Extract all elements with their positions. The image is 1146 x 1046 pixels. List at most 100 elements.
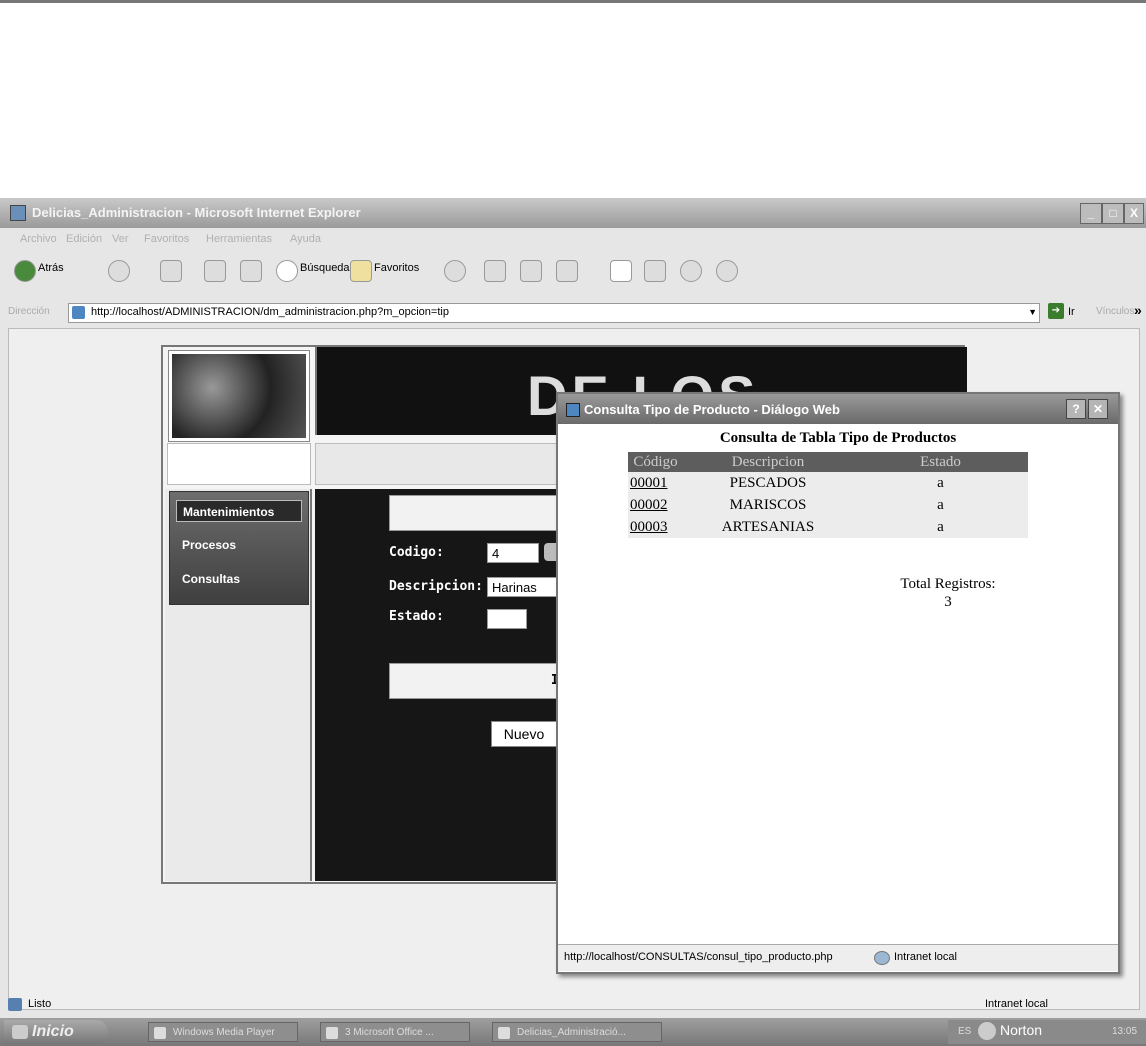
consulta-dialog: Consulta Tipo de Producto - Diálogo Web … [556, 392, 1120, 974]
edit-icon[interactable] [556, 260, 578, 282]
table-header-row: Código Descripcion Estado [628, 452, 1028, 472]
ie-logo-icon [10, 205, 26, 221]
sidebar-item-procesos[interactable]: Procesos [176, 534, 302, 556]
minimize-button[interactable]: _ [1080, 203, 1102, 224]
menu-favoritos[interactable]: Favoritos [144, 233, 189, 245]
task-media-player[interactable]: Windows Media Player [148, 1022, 298, 1042]
page-status-icon [8, 998, 22, 1011]
go-arrow-icon[interactable]: ➔ [1048, 303, 1064, 319]
forward-icon[interactable] [108, 260, 130, 282]
column-header-descripcion: Descripcion [683, 452, 853, 472]
sidebar-menu: Mantenimientos Procesos Consultas [169, 491, 309, 605]
norton-label: Norton [1000, 1022, 1043, 1038]
task-label: Windows Media Player [173, 1027, 275, 1038]
refresh-icon[interactable] [204, 260, 226, 282]
subheader-left [167, 443, 311, 485]
ie-task-icon [498, 1027, 510, 1039]
address-bar: Dirección http://localhost/ADMINISTRACIO… [0, 302, 1146, 324]
search-icon[interactable] [276, 260, 298, 282]
dialog-status-zone: Intranet local [894, 951, 957, 963]
sidebar: Mantenimientos Procesos Consultas [165, 489, 312, 881]
windows-logo-icon [12, 1025, 28, 1039]
codigo-link[interactable]: 00003 [628, 516, 683, 538]
search-button[interactable]: Búsqueda [300, 262, 350, 274]
norton-tray[interactable]: Norton [978, 1022, 1043, 1041]
descripcion-label: Descripcion: [389, 579, 483, 594]
task-label: Delicias_Administració... [517, 1027, 626, 1038]
media-player-icon [154, 1027, 166, 1039]
maximize-button[interactable]: □ [1102, 203, 1124, 224]
page-icon [72, 306, 85, 319]
descripcion-cell: MARISCOS [683, 494, 853, 516]
codigo-link[interactable]: 00002 [628, 494, 683, 516]
menu-edicion[interactable]: Edición [66, 233, 102, 245]
clock: 13:05 [1112, 1026, 1138, 1037]
messenger-icon[interactable] [680, 260, 702, 282]
task-label: 3 Microsoft Office ... [345, 1027, 434, 1038]
favorites-star-icon[interactable] [350, 260, 372, 282]
codigo-label: Codigo: [389, 545, 444, 560]
menu-archivo[interactable]: Archivo [20, 233, 57, 245]
status-bar: Listo Intranet local [0, 994, 1146, 1016]
codigo-input[interactable]: 4 [487, 543, 539, 563]
stop-icon[interactable] [160, 260, 182, 282]
descripcion-input[interactable]: Harinas [487, 577, 567, 597]
estado-cell: a [853, 516, 1028, 538]
intranet-icon [874, 951, 890, 965]
logo-image [168, 350, 310, 442]
address-input[interactable]: http://localhost/ADMINISTRACION/dm_admin… [68, 303, 1040, 323]
research-icon[interactable] [644, 260, 666, 282]
chevron-down-icon[interactable]: ▼ [1028, 307, 1037, 317]
top-border [0, 0, 1146, 3]
start-label: Inicio [32, 1023, 74, 1040]
menu-ver[interactable]: Ver [112, 233, 129, 245]
estado-input[interactable] [487, 609, 527, 629]
home-icon[interactable] [240, 260, 262, 282]
dialog-title: Consulta Tipo de Producto - Diálogo Web [584, 402, 840, 417]
window-title: Delicias_Administracion - Microsoft Inte… [32, 205, 361, 220]
nuevo-button[interactable]: Nuevo [491, 721, 557, 747]
task-delicias[interactable]: Delicias_Administració... [492, 1022, 662, 1042]
status-text: Listo [28, 998, 52, 1010]
help-button[interactable]: ? [1066, 399, 1086, 419]
office-icon [326, 1027, 338, 1039]
back-icon[interactable] [14, 260, 36, 282]
system-tray: ES Norton 13:05 [948, 1020, 1146, 1044]
back-button[interactable]: Atrás [38, 262, 64, 274]
sidebar-item-consultas[interactable]: Consultas [176, 568, 302, 590]
start-button[interactable]: Inicio [4, 1020, 108, 1044]
taskbar: Inicio Windows Media Player 3 Microsoft … [0, 1018, 1146, 1046]
dialog-heading: Consulta de Tabla Tipo de Productos [719, 430, 957, 446]
menu-ayuda[interactable]: Ayuda [290, 233, 321, 245]
codigo-link[interactable]: 00001 [628, 472, 683, 494]
total-registros-value: 3 [944, 594, 952, 610]
contacts-icon[interactable] [716, 260, 738, 282]
column-header-codigo: Código [628, 452, 683, 472]
task-office[interactable]: 3 Microsoft Office ... [320, 1022, 470, 1042]
address-url: http://localhost/ADMINISTRACION/dm_admin… [91, 306, 449, 318]
address-label: Dirección [8, 306, 50, 317]
links-label[interactable]: Vínculos [1096, 306, 1134, 317]
sidebar-item-mantenimientos[interactable]: Mantenimientos [176, 500, 302, 522]
dialog-close-button[interactable]: ✕ [1088, 399, 1108, 419]
mail-icon[interactable] [484, 260, 506, 282]
table-row: 00003 ARTESANIAS a [628, 516, 1028, 538]
menu-bar: Archivo Edición Ver Favoritos Herramient… [0, 230, 1146, 250]
estado-label: Estado: [389, 609, 444, 624]
dialog-status-bar: http://localhost/CONSULTAS/consul_tipo_p… [558, 944, 1118, 971]
favorites-button[interactable]: Favoritos [374, 262, 419, 274]
close-button[interactable]: X [1124, 203, 1144, 224]
language-indicator[interactable]: ES [958, 1026, 971, 1037]
links-chevron-icon[interactable]: » [1134, 302, 1142, 318]
history-icon[interactable] [444, 260, 466, 282]
discuss-icon[interactable] [610, 260, 632, 282]
print-icon[interactable] [520, 260, 542, 282]
column-header-estado: Estado [853, 452, 1028, 472]
total-registros-label: Total Registros: [900, 576, 996, 592]
norton-icon [978, 1022, 996, 1041]
toolbar: Atrás Búsqueda Favoritos [0, 254, 1146, 290]
go-button[interactable]: Ir [1068, 306, 1075, 318]
menu-herramientas[interactable]: Herramientas [206, 233, 272, 245]
tipo-producto-table: Código Descripcion Estado 00001 PESCADOS… [628, 452, 1028, 538]
table-row: 00001 PESCADOS a [628, 472, 1028, 494]
